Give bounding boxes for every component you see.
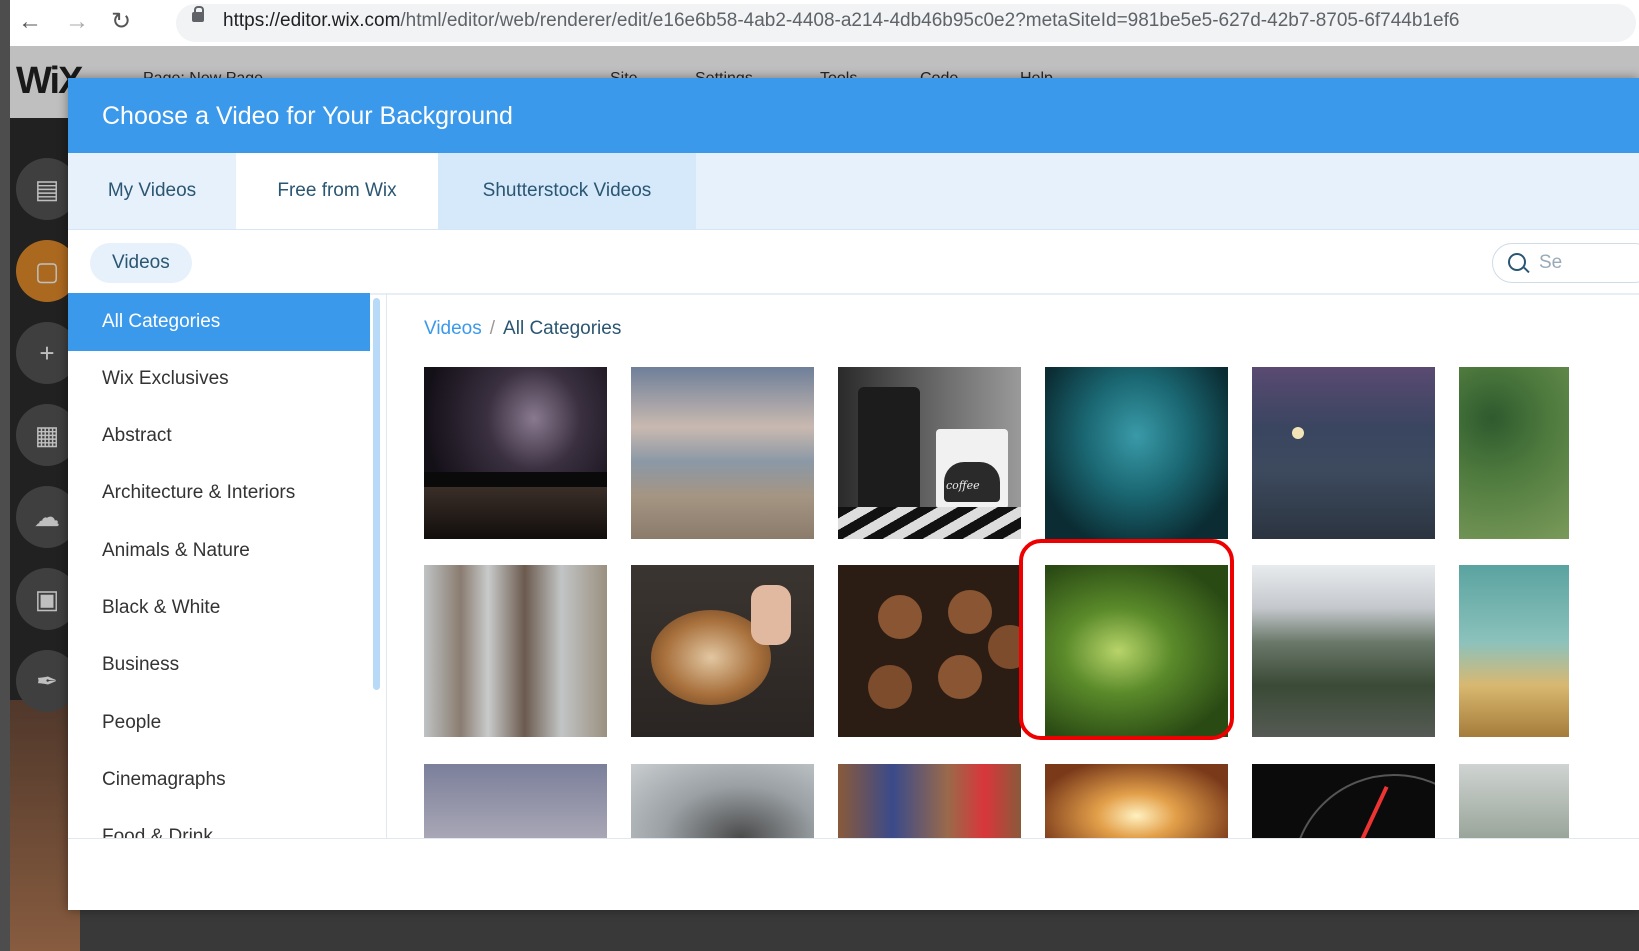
breadcrumb-videos-link[interactable]: Videos	[424, 318, 482, 339]
category-business[interactable]: Business	[68, 636, 370, 694]
category-abstract[interactable]: Abstract	[68, 407, 370, 465]
video-thumbnail-kids-playing[interactable]	[838, 764, 1021, 838]
category-all[interactable]: All Categories	[68, 293, 370, 351]
video-thumbnail-speedometer[interactable]	[1252, 764, 1435, 838]
category-animals-nature[interactable]: Animals & Nature	[68, 522, 370, 580]
video-thumbnail-snowy-forest[interactable]	[424, 565, 607, 737]
lock-icon	[192, 6, 204, 22]
tab-shutterstock-videos[interactable]: Shutterstock Videos	[438, 153, 696, 229]
category-list: All Categories Wix Exclusives Abstract A…	[68, 293, 387, 838]
category-food-drink[interactable]: Food & Drink	[68, 808, 370, 838]
url-text[interactable]: https://editor.wix.com/html/editor/web/r…	[223, 10, 1633, 32]
search-placeholder: Se	[1539, 252, 1563, 273]
video-thumbnail-milky-way[interactable]	[424, 367, 607, 539]
video-thumbnail-mountains[interactable]	[1252, 565, 1435, 737]
video-thumbnail-wildflowers[interactable]	[1252, 367, 1435, 539]
tab-my-videos[interactable]: My Videos	[68, 153, 236, 229]
category-architecture[interactable]: Architecture & Interiors	[68, 464, 370, 522]
dialog-header: Choose a Video for Your Background	[68, 78, 1639, 153]
media-type-pill[interactable]: Videos	[90, 243, 192, 283]
video-thumbnail-stormy-sky[interactable]	[1045, 367, 1228, 539]
video-thumbnail-bread[interactable]	[631, 565, 814, 737]
video-thumbnail-misty-sky[interactable]	[424, 764, 607, 838]
category-cinemagraphs[interactable]: Cinemagraphs	[68, 751, 370, 809]
video-thumbnail-truffles[interactable]	[838, 565, 1021, 737]
video-thumbnail-vinyl[interactable]	[631, 764, 814, 838]
video-thumbnail-forest-aerial[interactable]	[1459, 367, 1569, 539]
video-thumbnail-runner[interactable]	[1459, 764, 1569, 838]
source-tabs: My Videos Free from Wix Shutterstock Vid…	[68, 153, 1639, 230]
browser-toolbar: ← → ↻ https://editor.wix.com/html/editor…	[10, 0, 1639, 46]
category-black-white[interactable]: Black & White	[68, 579, 370, 637]
dialog-footer	[68, 838, 1639, 910]
selected-video-highlight	[1019, 539, 1234, 740]
video-thumbnail-coffee[interactable]: coffee	[838, 367, 1021, 539]
search-icon	[1508, 253, 1526, 271]
category-people[interactable]: People	[68, 694, 370, 752]
coffee-mug-text: coffee	[946, 479, 980, 492]
video-thumbnail-beach-sunset[interactable]	[631, 367, 814, 539]
category-scrollbar[interactable]	[373, 298, 380, 690]
forward-arrow-icon[interactable]: →	[65, 8, 89, 36]
video-thumbnail-wheat[interactable]	[1459, 565, 1569, 737]
video-background-dialog: Choose a Video for Your Background My Vi…	[68, 78, 1639, 910]
breadcrumb: Videos / All Categories	[424, 318, 621, 340]
tab-free-from-wix[interactable]: Free from Wix	[236, 153, 438, 229]
filter-bar: Videos Se	[68, 229, 1639, 295]
search-input[interactable]: Se	[1492, 243, 1639, 283]
breadcrumb-current: All Categories	[503, 318, 622, 339]
breadcrumb-separator: /	[489, 318, 496, 339]
dialog-title: Choose a Video for Your Background	[102, 102, 513, 130]
category-wix-exclusives[interactable]: Wix Exclusives	[68, 350, 370, 408]
back-arrow-icon[interactable]: ←	[18, 8, 42, 36]
reload-icon[interactable]: ↻	[111, 8, 131, 36]
video-thumbnail-palm-sunset[interactable]	[1045, 764, 1228, 838]
